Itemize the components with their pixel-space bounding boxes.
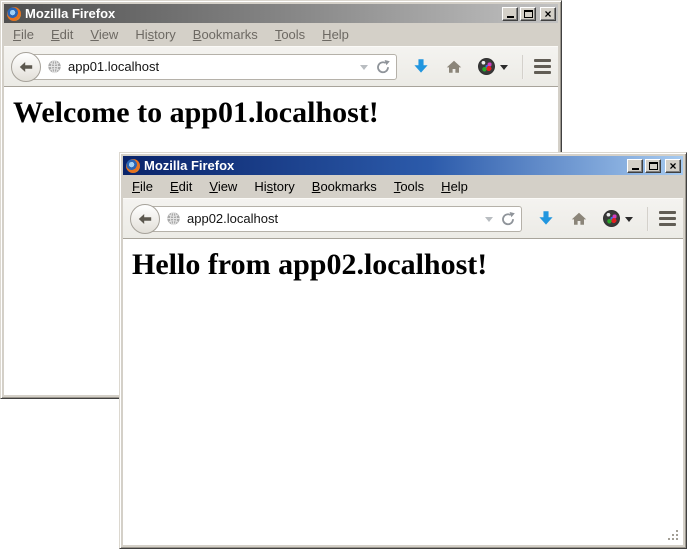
hamburger-icon [659, 211, 676, 214]
download-icon [537, 210, 555, 227]
menu-item-help[interactable]: Help [434, 176, 475, 197]
home-button[interactable] [445, 59, 463, 75]
addon-button[interactable] [603, 210, 633, 227]
url-text: app01.localhost [68, 59, 354, 74]
minimize-button[interactable] [502, 7, 518, 21]
reload-icon [375, 59, 391, 75]
app-menu-button[interactable] [534, 59, 551, 74]
page-heading: Hello from app02.localhost! [123, 248, 683, 282]
url-text: app02.localhost [187, 211, 479, 226]
menu-item-history[interactable]: History [247, 176, 301, 197]
maximize-icon [524, 10, 533, 18]
firefox-logo-icon [126, 159, 140, 173]
minimize-icon [632, 168, 639, 170]
chevron-down-icon [500, 65, 508, 74]
color-lens-icon [603, 210, 620, 227]
desktop: Mozilla Firefox × File Edit View History… [0, 0, 688, 551]
back-button[interactable] [11, 52, 41, 82]
menu-bar: File Edit View History Bookmarks Tools H… [123, 175, 683, 198]
home-icon [570, 211, 588, 227]
reload-button[interactable] [374, 58, 392, 76]
globe-icon [47, 59, 62, 74]
toolbar-separator [647, 207, 649, 231]
hamburger-icon [534, 59, 551, 62]
back-arrow-icon [137, 211, 153, 227]
maximize-button[interactable] [645, 159, 661, 173]
reload-button[interactable] [499, 210, 517, 228]
navigation-toolbar: app02.localhost [123, 198, 683, 239]
maximize-icon [649, 162, 658, 170]
color-lens-icon [478, 58, 495, 75]
menu-item-file[interactable]: File [6, 24, 41, 45]
globe-icon [166, 211, 181, 226]
urlbar-history-dropdown-icon[interactable] [360, 65, 368, 74]
window-title: Mozilla Firefox [144, 158, 623, 173]
home-icon [445, 59, 463, 75]
menu-item-edit[interactable]: Edit [44, 24, 80, 45]
back-arrow-icon [18, 59, 34, 75]
menu-item-bookmarks[interactable]: Bookmarks [186, 24, 265, 45]
menu-item-history[interactable]: History [128, 24, 182, 45]
back-button[interactable] [130, 204, 160, 234]
menu-item-tools[interactable]: Tools [387, 176, 431, 197]
menu-item-view[interactable]: View [83, 24, 125, 45]
urlbar-history-dropdown-icon[interactable] [485, 217, 493, 226]
resize-grip[interactable] [667, 529, 680, 542]
titlebar[interactable]: Mozilla Firefox × [4, 4, 558, 23]
chevron-down-icon [625, 217, 633, 226]
reload-icon [500, 211, 516, 227]
menu-item-file[interactable]: File [125, 176, 160, 197]
minimize-button[interactable] [627, 159, 643, 173]
menu-item-help[interactable]: Help [315, 24, 356, 45]
minimize-icon [507, 16, 514, 18]
firefox-logo-icon [7, 7, 21, 21]
menu-item-tools[interactable]: Tools [268, 24, 312, 45]
home-button[interactable] [570, 211, 588, 227]
window-controls: × [502, 7, 556, 21]
menu-item-bookmarks[interactable]: Bookmarks [305, 176, 384, 197]
maximize-button[interactable] [520, 7, 536, 21]
window-controls: × [627, 159, 681, 173]
menu-item-view[interactable]: View [202, 176, 244, 197]
url-bar[interactable]: app01.localhost [25, 54, 397, 80]
window-title: Mozilla Firefox [25, 6, 498, 21]
addon-button[interactable] [478, 58, 508, 75]
close-button[interactable]: × [665, 159, 681, 173]
page-heading: Welcome to app01.localhost! [4, 96, 558, 130]
download-button[interactable] [412, 58, 430, 75]
app-menu-button[interactable] [659, 211, 676, 226]
titlebar[interactable]: Mozilla Firefox × [123, 156, 683, 175]
url-bar[interactable]: app02.localhost [144, 206, 522, 232]
close-button[interactable]: × [540, 7, 556, 21]
toolbar-separator [522, 55, 524, 79]
navigation-toolbar: app01.localhost [4, 46, 558, 87]
download-button[interactable] [537, 210, 555, 227]
page-content: Hello from app02.localhost! [123, 239, 683, 545]
download-icon [412, 58, 430, 75]
menu-bar: File Edit View History Bookmarks Tools H… [4, 23, 558, 46]
menu-item-edit[interactable]: Edit [163, 176, 199, 197]
firefox-window-app02: Mozilla Firefox × File Edit View History… [119, 152, 687, 549]
